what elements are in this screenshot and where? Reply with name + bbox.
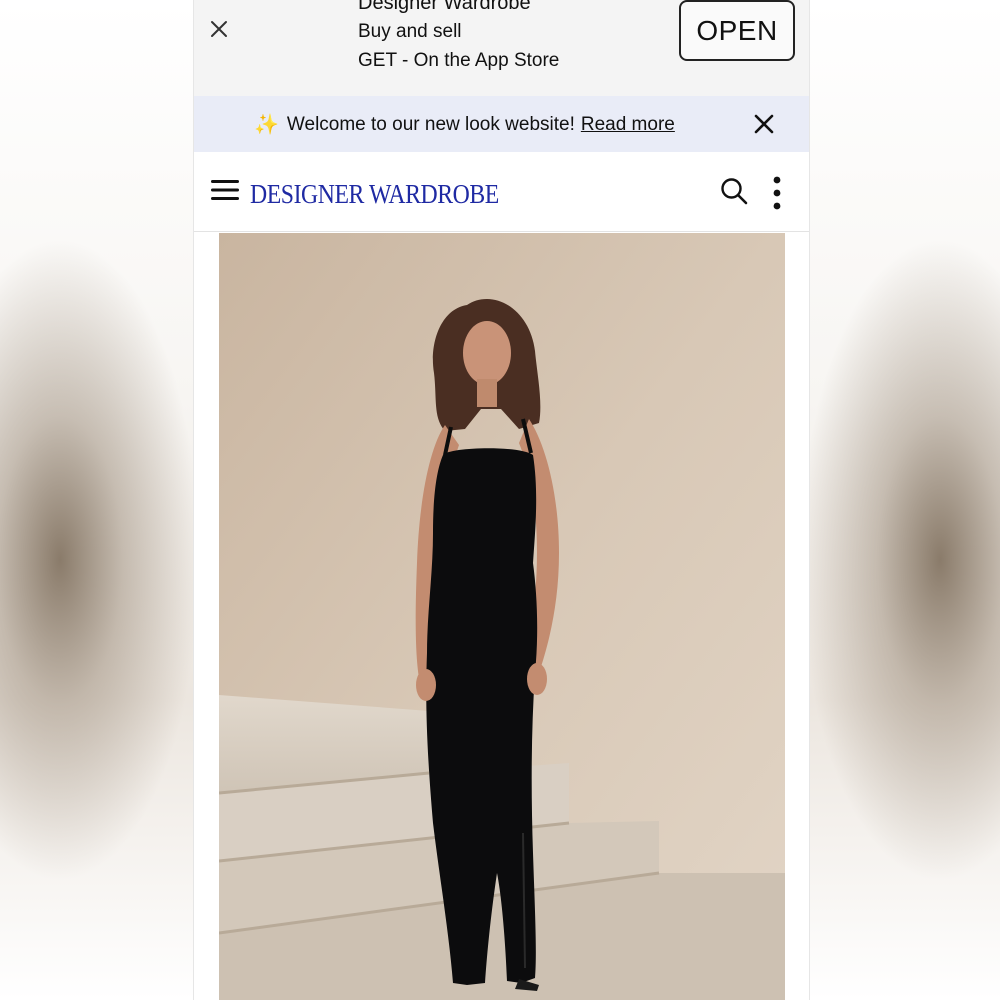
site-header: DESIGNER WARDROBE xyxy=(194,152,809,232)
announcement-message: ✨ Welcome to our new look website! Read … xyxy=(254,112,675,137)
sparkle-icon: ✨ xyxy=(254,114,279,136)
hamburger-menu-icon[interactable] xyxy=(211,179,239,201)
announcement-bar: ✨ Welcome to our new look website! Read … xyxy=(194,96,809,152)
announcement-text: Welcome to our new look website! xyxy=(286,113,575,135)
app-tagline: Buy and sell xyxy=(358,21,462,42)
mobile-viewport: Designer Wardrobe Buy and sell GET - On … xyxy=(193,0,810,1000)
site-logo[interactable]: DESIGNER WARDROBE xyxy=(250,179,499,210)
search-icon[interactable] xyxy=(720,177,748,205)
app-download-banner: Designer Wardrobe Buy and sell GET - On … xyxy=(194,0,809,96)
close-icon[interactable] xyxy=(208,18,230,40)
more-vertical-icon[interactable] xyxy=(770,176,784,210)
product-image[interactable] xyxy=(219,233,785,1000)
app-name: Designer Wardrobe xyxy=(358,0,531,14)
read-more-link[interactable]: Read more xyxy=(581,114,675,136)
app-banner-texts: Designer Wardrobe Buy and sell GET - On … xyxy=(358,0,559,74)
app-store-text: GET - On the App Store xyxy=(358,50,560,71)
close-icon[interactable] xyxy=(752,112,776,136)
open-app-button[interactable]: OPEN xyxy=(679,0,795,61)
